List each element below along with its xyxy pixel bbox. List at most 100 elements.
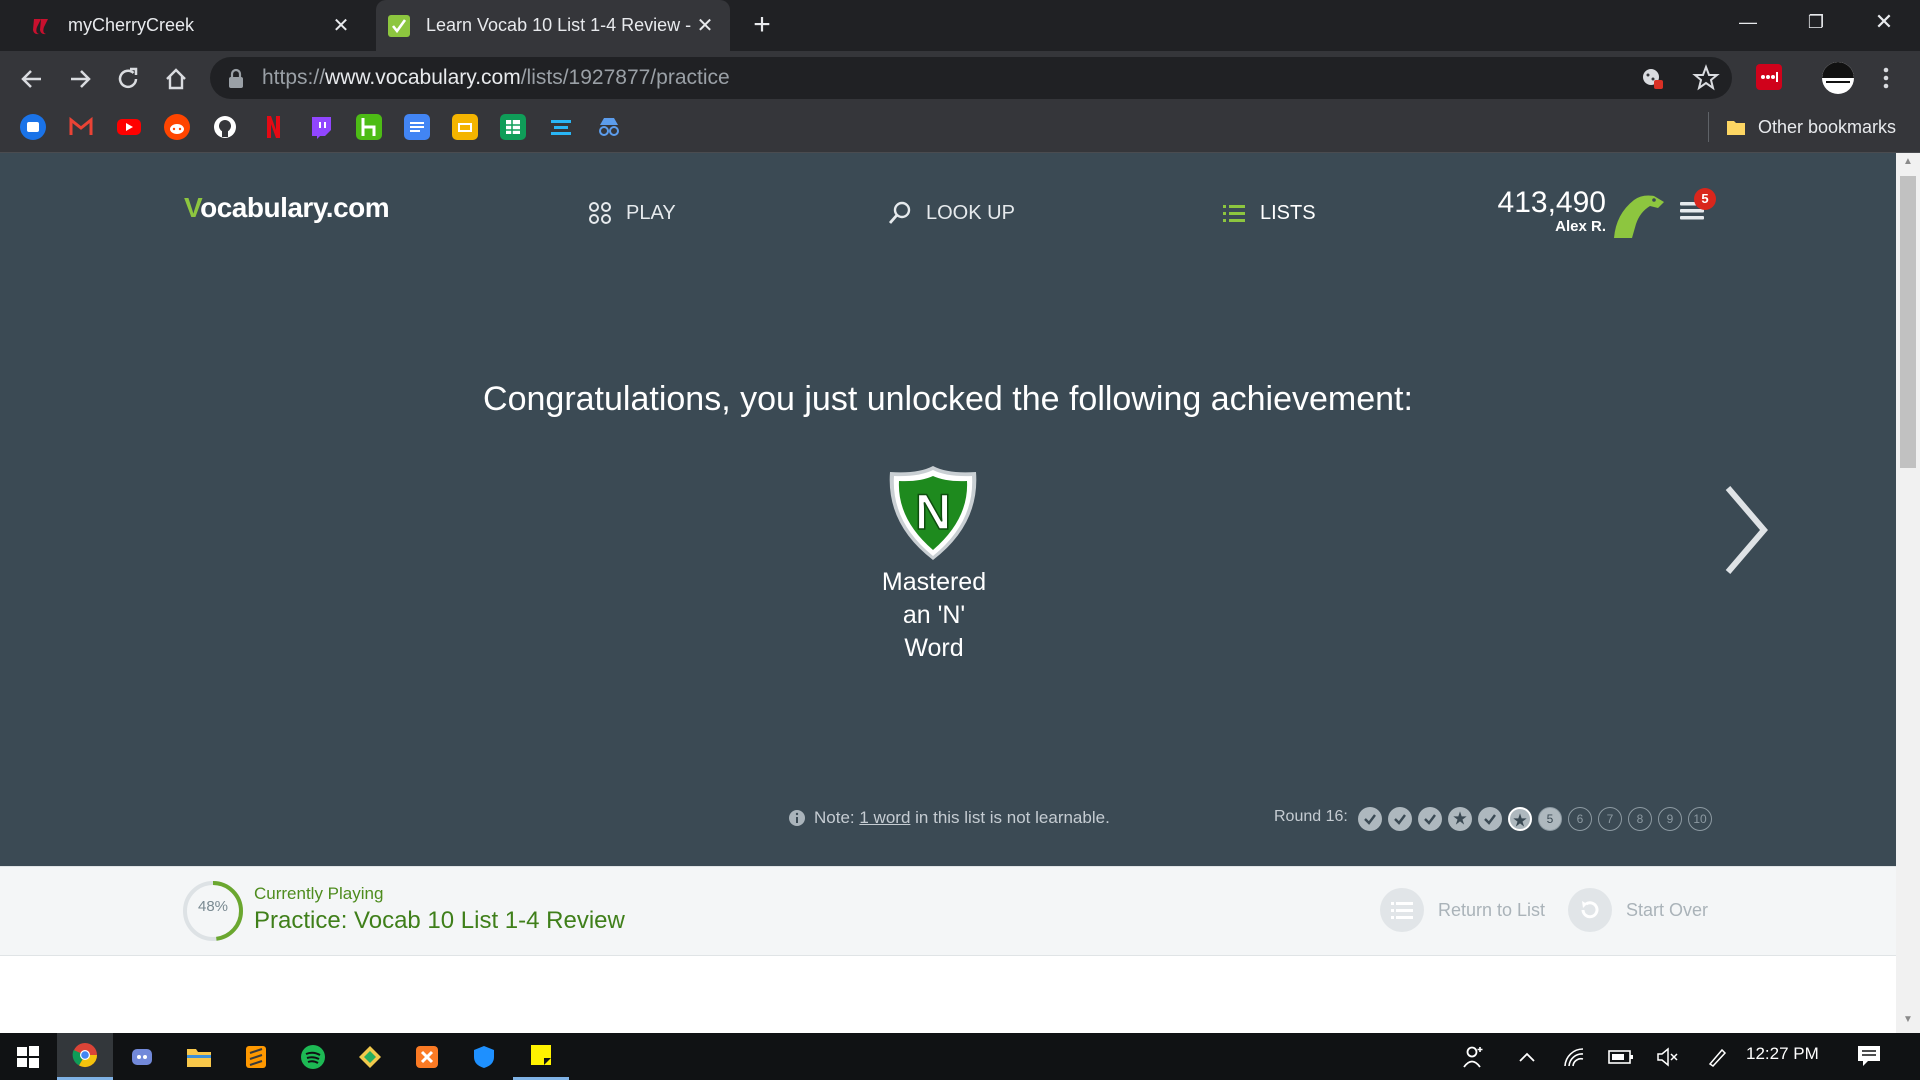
note-prefix: Note:: [814, 808, 855, 827]
nav-lookup-label: LOOK UP: [926, 201, 1015, 224]
new-tab-button[interactable]: +: [748, 10, 776, 40]
show-hidden-icons-icon[interactable]: [1516, 1046, 1538, 1068]
pen-workspace-icon[interactable]: [1706, 1046, 1728, 1068]
scroll-up-arrow-icon[interactable]: ▲: [1900, 156, 1916, 172]
vocabulary-favicon-icon: [388, 14, 410, 37]
note-suffix: in this list is not learnable.: [915, 808, 1110, 827]
achievement-heading: Congratulations, you just unlocked the f…: [483, 380, 1413, 418]
achievement-name: Mastered an 'N' Word: [860, 566, 1008, 665]
play-grid-icon: [588, 201, 612, 225]
progress-percent: 48%: [197, 898, 229, 915]
reddit-bookmark-icon[interactable]: [164, 114, 190, 140]
nav-play-label: PLAY: [626, 201, 676, 224]
close-tab-icon[interactable]: ✕: [330, 15, 352, 37]
url-path: /lists/1927877/practice: [520, 66, 730, 89]
round-dot-completed: [1418, 807, 1442, 831]
wifi-icon[interactable]: [1562, 1046, 1586, 1068]
url-host: www.vocabulary.com: [325, 66, 521, 89]
cherrycreek-favicon-icon: [30, 15, 52, 37]
lock-icon[interactable]: [226, 67, 246, 89]
info-icon: [788, 809, 806, 827]
taskbar-spotify-icon[interactable]: [285, 1033, 341, 1080]
tab-title: Learn Vocab 10 List 1-4 Review -: [426, 15, 692, 35]
dinosaur-level-icon[interactable]: [1610, 188, 1664, 238]
home-button[interactable]: [158, 61, 194, 97]
close-window-button[interactable]: ✕: [1850, 0, 1918, 44]
taskbar-sublime-icon[interactable]: [228, 1033, 284, 1080]
round-dot-pending: 9: [1658, 807, 1682, 831]
google-meet-bookmark-icon[interactable]: [20, 114, 46, 140]
taskbar-sticky-notes-icon[interactable]: [513, 1033, 569, 1080]
profile-avatar[interactable]: [1822, 62, 1854, 94]
not-learnable-note: Note: 1 word in this list is not learnab…: [788, 806, 1110, 830]
volume-muted-icon[interactable]: [1656, 1046, 1680, 1068]
not-learnable-word-link[interactable]: 1 word: [859, 808, 910, 828]
notification-badge[interactable]: 5: [1694, 188, 1716, 210]
taskbar-defender-icon[interactable]: [456, 1033, 512, 1080]
google-docs-bookmark-icon[interactable]: [404, 114, 430, 140]
restore-button[interactable]: ❐: [1782, 0, 1850, 44]
tab-title: myCherryCreek: [68, 15, 195, 35]
currently-playing-label: Currently Playing: [254, 884, 384, 903]
logo-v: V: [184, 192, 201, 223]
nav-lists-label: LISTS: [1260, 201, 1316, 224]
scroll-down-arrow-icon[interactable]: ▼: [1900, 1014, 1916, 1030]
lastpass-extension-icon[interactable]: [1756, 64, 1782, 90]
bookmarks-bar: [0, 105, 1920, 153]
other-bookmarks-folder[interactable]: Other bookmarks: [1726, 113, 1896, 141]
round-dot-next: 5: [1538, 807, 1562, 831]
taskbar-discord-icon[interactable]: [114, 1033, 170, 1080]
next-arrow-button[interactable]: [1716, 480, 1776, 580]
round-dot-pending: 7: [1598, 807, 1622, 831]
nav-play[interactable]: PLAY: [588, 198, 676, 228]
achievement-name-line: Word: [904, 634, 964, 662]
tab-vocab-practice[interactable]: Learn Vocab 10 List 1-4 Review - ✕: [376, 0, 730, 51]
round-dot-completed: [1358, 807, 1382, 831]
gmail-bookmark-icon[interactable]: [68, 114, 94, 140]
back-button[interactable]: [14, 61, 50, 97]
round-dot-pending: 8: [1628, 807, 1652, 831]
return-to-list-button[interactable]: Return to List: [1380, 888, 1545, 932]
google-slides-bookmark-icon[interactable]: [452, 114, 478, 140]
start-over-button[interactable]: Start Over: [1568, 888, 1708, 932]
youtube-bookmark-icon[interactable]: [116, 114, 142, 140]
people-icon[interactable]: [1462, 1044, 1488, 1070]
restart-icon: [1568, 888, 1612, 932]
start-over-label: Start Over: [1626, 899, 1709, 920]
taskbar-xampp-icon[interactable]: [399, 1033, 455, 1080]
twitch-bookmark-icon[interactable]: [308, 114, 334, 140]
chrome-menu-icon[interactable]: [1876, 64, 1896, 92]
taskbar-gitkraken-icon[interactable]: [342, 1033, 398, 1080]
houzz-bookmark-icon[interactable]: [356, 114, 382, 140]
bookmark-star-icon[interactable]: [1692, 64, 1720, 92]
minimize-button[interactable]: —: [1714, 0, 1782, 44]
action-center-icon[interactable]: [1856, 1044, 1882, 1068]
close-tab-icon[interactable]: ✕: [694, 15, 716, 37]
list-icon: [1222, 201, 1246, 225]
taskbar-chrome-icon[interactable]: [57, 1033, 113, 1080]
reload-button[interactable]: [110, 61, 146, 97]
menu-app-bookmark-icon[interactable]: [548, 114, 574, 140]
netflix-bookmark-icon[interactable]: [260, 114, 286, 140]
incognito-app-bookmark-icon[interactable]: [596, 114, 622, 140]
nav-lists[interactable]: LISTS: [1222, 198, 1316, 228]
forward-button[interactable]: [62, 61, 98, 97]
google-sheets-bookmark-icon[interactable]: [500, 114, 526, 140]
cookie-blocked-icon[interactable]: [1640, 66, 1664, 90]
current-activity-title[interactable]: Practice: Vocab 10 List 1-4 Review: [254, 907, 625, 935]
user-name[interactable]: Alex R.: [1480, 218, 1606, 235]
tab-mycherrycreek[interactable]: myCherryCreek ✕: [18, 0, 366, 51]
windows-start-icon[interactable]: [0, 1033, 56, 1080]
taskbar-clock[interactable]: 12:27 PM: [1746, 1044, 1819, 1064]
round-dot-current-star: [1508, 807, 1532, 831]
vocabulary-logo[interactable]: Vocabulary.com: [184, 192, 390, 224]
round-dot-pending: 10: [1688, 807, 1712, 831]
magnifier-icon: [888, 201, 912, 225]
github-bookmark-icon[interactable]: [212, 114, 238, 140]
battery-icon[interactable]: [1608, 1048, 1634, 1066]
nav-lookup[interactable]: LOOK UP: [888, 198, 1015, 228]
taskbar-file-explorer-icon[interactable]: [171, 1033, 227, 1080]
url-scheme: https://: [262, 66, 326, 89]
url-text[interactable]: https://www.vocabulary.com/lists/1927877…: [262, 66, 730, 90]
scrollbar-thumb[interactable]: [1900, 176, 1916, 468]
